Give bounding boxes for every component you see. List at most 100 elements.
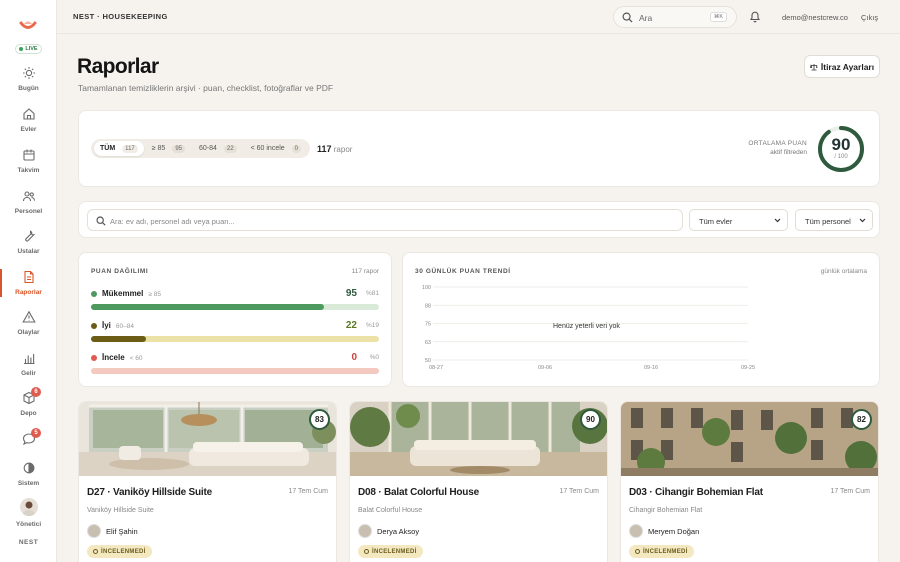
score-filter-group: TÜM 117 ≥ 85 95 60-84 22 < 60 incele 0: [91, 139, 311, 158]
trend-card: 30 GÜNLÜK PUAN TRENDİ günlük ortalama 10…: [402, 252, 880, 387]
good-dot: [91, 323, 97, 329]
report-card[interactable]: 82 D03 · Cihangir Bohemian Flat 17 Tem C…: [620, 401, 879, 562]
sidebar-item-system[interactable]: Sistem: [0, 461, 57, 497]
search-shortcut: ⌘K: [709, 12, 727, 22]
staff-avatar: [87, 524, 101, 538]
objection-settings-button[interactable]: İtiraz Ayarları: [804, 55, 880, 78]
topbar: NEST · HOUSEKEEPING Ara ⌘K demo@nestcrew…: [57, 0, 900, 34]
bell-icon[interactable]: [749, 10, 761, 23]
filter-good[interactable]: 60-84 22: [193, 141, 243, 156]
sidebar-item-today[interactable]: Bugün: [0, 66, 57, 102]
distribution-row-review: İncele < 60 0 %0: [91, 352, 379, 378]
report-search-input[interactable]: Ara: ev adı, personel adı veya puan...: [87, 209, 683, 231]
report-title: D08 · Balat Colorful House: [358, 487, 479, 498]
sidebar-footer: NEST: [18, 539, 39, 546]
search-filter-card: Ara: ev adı, personel adı veya puan... T…: [78, 201, 880, 238]
summary-card: TÜM 117 ≥ 85 95 60-84 22 < 60 incele 0 117 r…: [78, 110, 880, 187]
filter-excellent[interactable]: ≥ 85 95: [146, 141, 191, 156]
scale-icon: [809, 63, 818, 70]
sidebar-item-incidents[interactable]: Olaylar: [0, 310, 57, 346]
nest-logo-icon[interactable]: [18, 14, 38, 34]
excellent-bar: [91, 304, 379, 310]
objection-settings-label: İtiraz Ayarları: [820, 61, 875, 72]
sidebar-item-label: Ustalar: [17, 248, 40, 255]
report-card[interactable]: 90 D08 · Balat Colorful House 17 Tem Cum…: [349, 401, 608, 562]
search-placeholder: Ara: [639, 13, 653, 23]
global-search[interactable]: Ara ⌘K: [613, 6, 737, 28]
warning-icon: [21, 310, 36, 323]
report-card[interactable]: 83 D27 · Vaniköy Hillside Suite 17 Tem C…: [78, 401, 337, 562]
sidebar-item-calendar[interactable]: Takvim: [0, 148, 57, 184]
y-tick-label: 100: [422, 285, 431, 291]
filter-review[interactable]: < 60 incele 0: [245, 141, 307, 156]
average-score-label: ORTALAMA PUAN aktif filtreden: [748, 140, 807, 156]
users-icon: [22, 191, 35, 202]
trend-legend: günlük ortalama: [820, 268, 867, 275]
sidebar-item-label: Depo: [20, 410, 37, 417]
bar-chart-icon: [23, 354, 34, 365]
sidebar-item-label: Raporlar: [15, 289, 42, 296]
sidebar-item-masters[interactable]: Ustalar: [0, 229, 57, 265]
report-score-badge: 82: [851, 409, 872, 430]
distribution-row-excellent: Mükemmel ≥ 85 95 %81: [91, 288, 379, 314]
trend-title: 30 GÜNLÜK PUAN TRENDİ: [415, 268, 511, 275]
x-tick-label: 08-27: [429, 365, 443, 371]
staff-select[interactable]: Tüm personel: [795, 209, 873, 231]
y-tick-label: 88: [425, 303, 431, 309]
sidebar-item-income[interactable]: Gelir: [0, 351, 57, 387]
report-search-placeholder: Ara: ev adı, personel adı veya puan...: [110, 217, 235, 226]
brand-title: NEST · HOUSEKEEPING: [73, 12, 168, 21]
report-date: 17 Tem Cum: [559, 488, 599, 495]
report-title: D27 · Vaniköy Hillside Suite: [87, 487, 213, 498]
report-home: Cihangir Bohemian Flat: [629, 507, 703, 514]
sidebar-item-label: Evler: [20, 126, 37, 133]
sidebar-item-reports[interactable]: Raporlar: [0, 269, 57, 306]
live-badge: LIVE: [15, 44, 42, 54]
logout-link[interactable]: Çıkış: [861, 13, 878, 22]
search-icon: [96, 216, 106, 226]
trend-empty-state: Henüz yeterli veri yok: [553, 323, 620, 330]
good-bar: [91, 336, 379, 342]
y-tick-label: 50: [425, 358, 431, 364]
sidebar-item-depot[interactable]: 6 Depo: [0, 387, 57, 427]
avatar[interactable]: [20, 498, 38, 516]
report-date: 17 Tem Cum: [830, 488, 870, 495]
status-badge: İNCELENMEDİ: [87, 545, 152, 558]
report-staff: Derya Aksoy: [358, 524, 419, 538]
excellent-dot: [91, 291, 97, 297]
report-score-badge: 90: [580, 409, 601, 430]
homes-select[interactable]: Tüm evler: [689, 209, 788, 231]
sun-icon: [22, 67, 35, 79]
sidebar-item-label: Gelir: [21, 370, 36, 377]
page-title: Raporlar: [77, 55, 159, 78]
report-icon: [23, 270, 34, 284]
filter-all[interactable]: TÜM 117: [94, 141, 144, 156]
report-home: Balat Colorful House: [358, 507, 423, 514]
x-tick-label: 09-06: [538, 365, 552, 371]
staff-avatar: [358, 524, 372, 538]
sidebar-item-label: Sistem: [17, 480, 40, 487]
sidebar-item-label: Bugün: [18, 85, 39, 92]
report-photo: 90: [350, 402, 607, 476]
trend-chart: 100 88 75 63 5008-27 09-06 09-16 09-25: [422, 285, 755, 371]
distribution-title: PUAN DAĞILIMI: [91, 268, 149, 275]
sidebar-item-homes[interactable]: Evler: [0, 107, 57, 143]
page-subtitle: Tamamlanan temizliklerin arşivi · puan, …: [78, 83, 334, 93]
report-score-badge: 83: [309, 409, 330, 430]
x-tick-label: 09-16: [644, 365, 658, 371]
wrench-icon: [24, 230, 35, 242]
average-score-ring: 90 / 100: [817, 125, 865, 173]
sidebar: LIVE Bugün Evler Takvim Personel Ustalar…: [0, 0, 57, 562]
chevron-down-icon: [859, 218, 866, 223]
calendar-icon: [22, 149, 35, 161]
average-score-denominator: / 100: [834, 154, 848, 160]
report-date: 17 Tem Cum: [288, 488, 328, 495]
user-role-label: Yönetici: [15, 521, 42, 528]
search-icon: [622, 12, 633, 23]
status-badge: İNCELENMEDİ: [629, 545, 694, 558]
distribution-count: 117 rapor: [351, 268, 379, 275]
theme-icon: [23, 462, 34, 474]
sidebar-item-staff[interactable]: Personel: [0, 189, 57, 225]
report-photo: 83: [79, 402, 336, 476]
sidebar-item-label: Personel: [14, 208, 43, 215]
